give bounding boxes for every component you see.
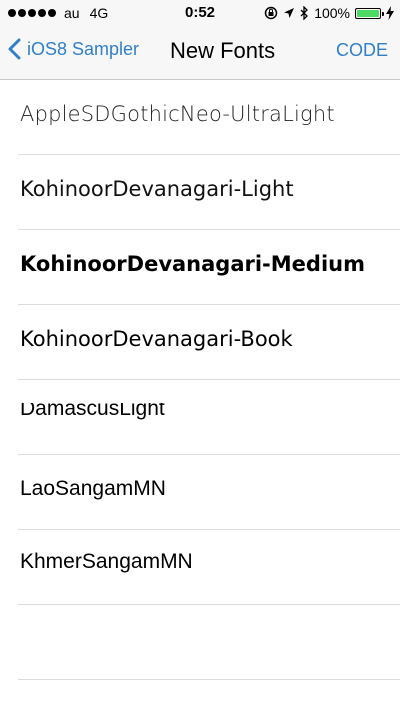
empty-list-row — [18, 605, 400, 680]
font-name-label: KohinoorDevanagari-Medium — [20, 252, 365, 276]
list-item[interactable]: KohinoorDevanagari-Medium — [18, 230, 400, 305]
font-name-label: KohinoorDevanagari-Book — [20, 327, 293, 351]
status-bar: au 4G 0:52 100% — [0, 0, 400, 28]
list-item[interactable]: KohinoorDevanagari-Book — [18, 305, 400, 380]
font-list: AppleSDGothicNeo-UltraLight KohinoorDeva… — [0, 80, 400, 680]
list-item[interactable]: LaoSangamMN — [18, 455, 400, 530]
font-name-label: KhmerSangamMN — [20, 550, 193, 573]
font-name-label: KohinoorDevanagari-Light — [20, 177, 294, 201]
battery-icon — [355, 7, 384, 19]
list-item[interactable]: KohinoorDevanagari-Light — [18, 155, 400, 230]
list-item[interactable]: KhmerSangamMN — [18, 530, 400, 605]
chevron-left-icon — [8, 38, 21, 60]
font-name-label: LaoSangamMN — [20, 477, 166, 500]
list-item[interactable]: AppleSDGothicNeo-UltraLight — [18, 80, 400, 155]
font-name-label: DamascusLight — [20, 397, 165, 420]
code-button[interactable]: CODE — [336, 40, 388, 61]
location-arrow-icon — [284, 8, 295, 18]
bluetooth-icon — [300, 6, 309, 20]
rotation-lock-icon — [264, 6, 278, 20]
list-item[interactable]: DamascusLight — [18, 380, 400, 455]
back-button-label: iOS8 Sampler — [27, 38, 140, 59]
page-title: New Fonts — [170, 38, 276, 63]
status-right: 100% — [264, 5, 394, 21]
back-button[interactable]: iOS8 Sampler — [8, 38, 139, 60]
font-name-label: AppleSDGothicNeo-UltraLight — [20, 102, 335, 126]
charging-bolt-icon — [386, 6, 394, 20]
battery-percent: 100% — [314, 5, 350, 21]
navigation-bar: iOS8 Sampler New Fonts CODE — [0, 28, 400, 80]
